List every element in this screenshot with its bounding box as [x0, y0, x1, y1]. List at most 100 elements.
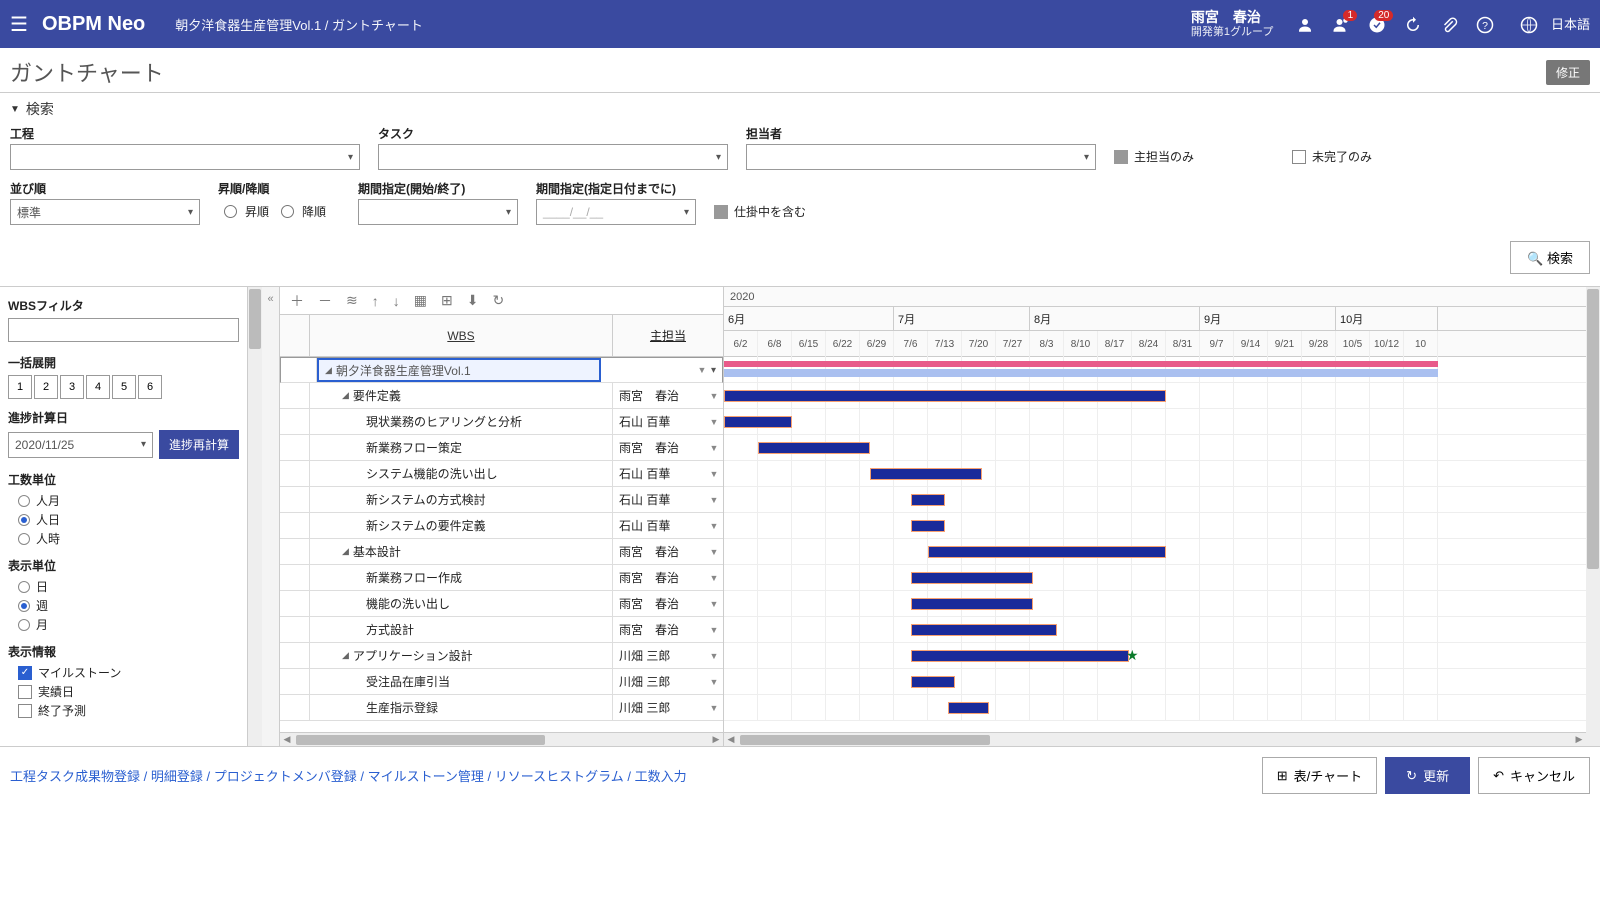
down-icon[interactable]: ↓	[393, 293, 400, 309]
gantt-bar[interactable]	[724, 361, 1438, 367]
sidebar-scrollbar[interactable]	[248, 287, 262, 746]
row-menu-icon[interactable]: ▼	[705, 417, 723, 427]
update-button[interactable]: ↻ 更新	[1385, 757, 1470, 794]
footer-link[interactable]: 工数入力	[635, 769, 687, 784]
grid1-icon[interactable]: ▦	[414, 292, 427, 309]
wbs-hscroll[interactable]: ◀▶	[280, 732, 723, 746]
include-wip-checkbox[interactable]	[714, 205, 728, 219]
refresh-icon[interactable]: ↻	[492, 292, 504, 309]
level-2-button[interactable]: 2	[34, 375, 58, 399]
table-row[interactable]: 新業務フロー作成雨宮 春治▼	[280, 565, 723, 591]
footer-link[interactable]: 明細登録	[151, 769, 203, 784]
level-3-button[interactable]: 3	[60, 375, 84, 399]
hamburger-icon[interactable]: ☰	[10, 12, 28, 37]
level-4-button[interactable]: 4	[86, 375, 110, 399]
gantt-bar[interactable]	[948, 702, 989, 714]
effort-opt[interactable]: 人日	[18, 511, 239, 528]
gantt-bar[interactable]	[911, 624, 1057, 636]
cancel-button[interactable]: ↶ キャンセル	[1478, 757, 1590, 794]
table-row[interactable]: ◢朝夕洋食器生産管理Vol.1▼	[280, 357, 723, 383]
add-icon[interactable]: ＋	[290, 291, 304, 311]
gantt-bar[interactable]	[911, 598, 1033, 610]
footer-link[interactable]: リソースヒストグラム	[495, 769, 624, 784]
gantt-bar[interactable]	[870, 468, 982, 480]
info-opt[interactable]: 実績日	[18, 683, 239, 700]
row-menu-icon[interactable]: ▼	[705, 495, 723, 505]
gantt-hscroll[interactable]: ◀▶	[724, 732, 1586, 746]
search-button[interactable]: 🔍 検索	[1510, 241, 1590, 274]
level-6-button[interactable]: 6	[138, 375, 162, 399]
disp-opt[interactable]: 日	[18, 578, 239, 595]
period-by-input[interactable]: ____/__/__	[536, 199, 696, 225]
gantt-bar[interactable]	[724, 369, 1438, 377]
calc-date-input[interactable]: 2020/11/25	[8, 432, 153, 458]
attachment-icon[interactable]	[1431, 14, 1467, 35]
gantt-bar[interactable]	[911, 650, 1129, 662]
language-switcher[interactable]: 日本語	[1511, 14, 1590, 35]
level-5-button[interactable]: 5	[112, 375, 136, 399]
table-row[interactable]: ◢基本設計雨宮 春治▼	[280, 539, 723, 565]
assignee-select[interactable]	[746, 144, 1096, 170]
row-menu-icon[interactable]: ▼	[705, 651, 723, 661]
gantt-bar[interactable]	[928, 546, 1166, 558]
row-menu-icon[interactable]: ▼	[705, 677, 723, 687]
effort-opt[interactable]: 人月	[18, 492, 239, 509]
disp-opt[interactable]: 月	[18, 616, 239, 633]
footer-link[interactable]: プロジェクトメンバ登録	[214, 769, 357, 784]
recalc-button[interactable]: 進捗再計算	[159, 430, 239, 459]
effort-opt[interactable]: 人時	[18, 530, 239, 547]
level-1-button[interactable]: 1	[8, 375, 32, 399]
wbs-filter-input[interactable]	[8, 318, 239, 342]
table-row[interactable]: システム機能の洗い出し石山 百華▼	[280, 461, 723, 487]
grid2-icon[interactable]: ⊞	[441, 292, 453, 309]
gantt-vscroll[interactable]	[1586, 287, 1600, 746]
gantt-bar[interactable]	[911, 572, 1033, 584]
table-row[interactable]: ◢要件定義雨宮 春治▼	[280, 383, 723, 409]
gantt-bar[interactable]	[911, 520, 945, 532]
row-menu-icon[interactable]: ▼	[705, 443, 723, 453]
incomplete-only-checkbox[interactable]	[1292, 150, 1306, 164]
edit-button[interactable]: 修正	[1546, 60, 1590, 85]
process-select[interactable]	[10, 144, 360, 170]
task-select[interactable]	[378, 144, 728, 170]
gantt-bar[interactable]	[911, 676, 955, 688]
person-alert-icon[interactable]: 1	[1323, 14, 1359, 35]
layers-icon[interactable]: ≋	[346, 292, 358, 309]
table-row[interactable]: ◢アプリケーション設計川畑 三郎▼	[280, 643, 723, 669]
period-se-select[interactable]	[358, 199, 518, 225]
gantt-bar[interactable]	[724, 390, 1166, 402]
search-toggle[interactable]: ▼検索	[10, 99, 1590, 119]
asc-radio[interactable]	[224, 205, 237, 218]
row-menu-icon[interactable]: ▼	[705, 391, 723, 401]
table-row[interactable]: 生産指示登録川畑 三郎▼	[280, 695, 723, 721]
gantt-bar[interactable]	[911, 494, 945, 506]
disp-opt[interactable]: 週	[18, 597, 239, 614]
row-menu-icon[interactable]: ▼	[705, 625, 723, 635]
gantt-bar[interactable]	[724, 416, 792, 428]
table-row[interactable]: 方式設計雨宮 春治▼	[280, 617, 723, 643]
row-menu-icon[interactable]: ▼	[693, 365, 711, 375]
gantt-bar[interactable]	[758, 442, 870, 454]
row-menu-icon[interactable]: ▼	[705, 547, 723, 557]
table-row[interactable]: 新業務フロー策定雨宮 春治▼	[280, 435, 723, 461]
row-menu-icon[interactable]: ▼	[705, 521, 723, 531]
help-icon[interactable]: ?	[1467, 14, 1503, 35]
footer-link[interactable]: 工程タスク成果物登録	[10, 769, 140, 784]
row-menu-icon[interactable]: ▼	[705, 573, 723, 583]
table-row[interactable]: 現状業務のヒアリングと分析石山 百華▼	[280, 409, 723, 435]
wbs-col-header[interactable]: WBS	[310, 315, 613, 356]
sort-select[interactable]: 標準	[10, 199, 200, 225]
footer-link[interactable]: マイルストーン管理	[368, 769, 484, 784]
row-menu-icon[interactable]: ▼	[705, 703, 723, 713]
collapse-sidebar-icon[interactable]: «	[262, 287, 280, 746]
download-icon[interactable]: ⬇	[467, 292, 479, 309]
table-row[interactable]: 機能の洗い出し雨宮 春治▼	[280, 591, 723, 617]
table-row[interactable]: 新システムの方式検討石山 百華▼	[280, 487, 723, 513]
desc-radio[interactable]	[281, 205, 294, 218]
row-menu-icon[interactable]: ▼	[705, 599, 723, 609]
info-opt[interactable]: ✓マイルストーン	[18, 664, 239, 681]
table-row[interactable]: 新システムの要件定義石山 百華▼	[280, 513, 723, 539]
row-menu-icon[interactable]: ▼	[705, 469, 723, 479]
main-only-checkbox[interactable]	[1114, 150, 1128, 164]
table-chart-button[interactable]: ⊞ 表/チャート	[1262, 757, 1377, 794]
